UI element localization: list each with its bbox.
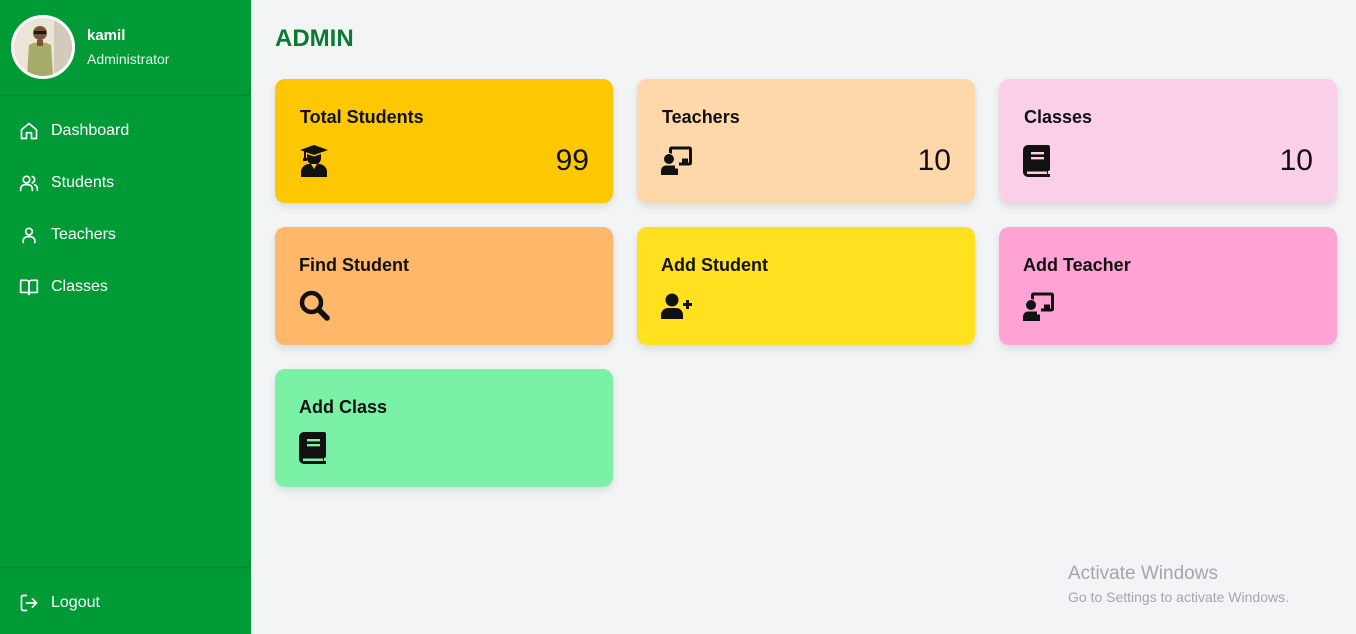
user-icon — [19, 225, 39, 245]
sidebar-item-label: Classes — [51, 278, 108, 295]
add-teacher-card[interactable]: Add Teacher — [999, 227, 1337, 345]
chalkboard-teacher-icon — [1023, 291, 1055, 323]
avatar[interactable] — [11, 15, 75, 79]
watermark-title: Activate Windows — [1068, 563, 1218, 584]
find-student-card[interactable]: Find Student — [275, 227, 613, 345]
stat-value: 10 — [1279, 144, 1313, 177]
search-icon — [299, 290, 331, 322]
user-profile: kamil Administrator — [0, 0, 251, 96]
book-open-icon — [19, 277, 39, 297]
logout-label: Logout — [51, 594, 100, 611]
users-icon — [19, 173, 39, 193]
stat-card-teachers[interactable]: Teachers 10 — [637, 79, 975, 203]
book-icon — [1023, 145, 1055, 177]
book-icon — [299, 432, 331, 464]
sidebar-item-label: Dashboard — [51, 122, 130, 139]
chalkboard-teacher-icon — [661, 145, 693, 177]
card-title: Total Students — [300, 107, 424, 127]
watermark-subtitle: Go to Settings to activate Windows. — [1068, 589, 1289, 605]
logout-icon — [19, 593, 39, 613]
sidebar: kamil Administrator Dashboard Students T… — [0, 0, 251, 634]
stat-card-total-students[interactable]: Total Students 99 — [275, 79, 613, 203]
sidebar-item-teachers[interactable]: Teachers — [19, 223, 116, 247]
card-title: Add Teacher — [1023, 255, 1131, 275]
user-role: Administrator — [87, 51, 170, 67]
card-title: Classes — [1024, 107, 1093, 127]
card-title: Find Student — [299, 255, 409, 275]
home-icon — [19, 121, 39, 141]
sidebar-divider — [0, 567, 251, 568]
activate-windows-watermark: Activate Windows Go to Settings to activ… — [1068, 563, 1289, 605]
sidebar-item-dashboard[interactable]: Dashboard — [19, 119, 129, 143]
stat-value: 99 — [555, 144, 589, 177]
user-plus-icon — [661, 293, 693, 325]
user-name: kamil — [87, 27, 126, 44]
stat-value: 10 — [917, 144, 951, 177]
sidebar-item-students[interactable]: Students — [19, 171, 114, 195]
graduate-icon — [299, 145, 331, 177]
sidebar-item-label: Teachers — [51, 226, 116, 243]
card-title: Add Class — [299, 397, 388, 417]
page-title: ADMIN — [275, 25, 354, 52]
sidebar-item-label: Students — [51, 174, 115, 191]
stat-card-classes[interactable]: Classes 10 — [999, 79, 1337, 203]
logout-button[interactable]: Logout — [19, 591, 100, 615]
add-student-card[interactable]: Add Student — [637, 227, 975, 345]
card-title: Teachers — [662, 107, 740, 127]
add-class-card[interactable]: Add Class — [275, 369, 613, 487]
sidebar-item-classes[interactable]: Classes — [19, 275, 108, 299]
card-title: Add Student — [661, 255, 768, 275]
